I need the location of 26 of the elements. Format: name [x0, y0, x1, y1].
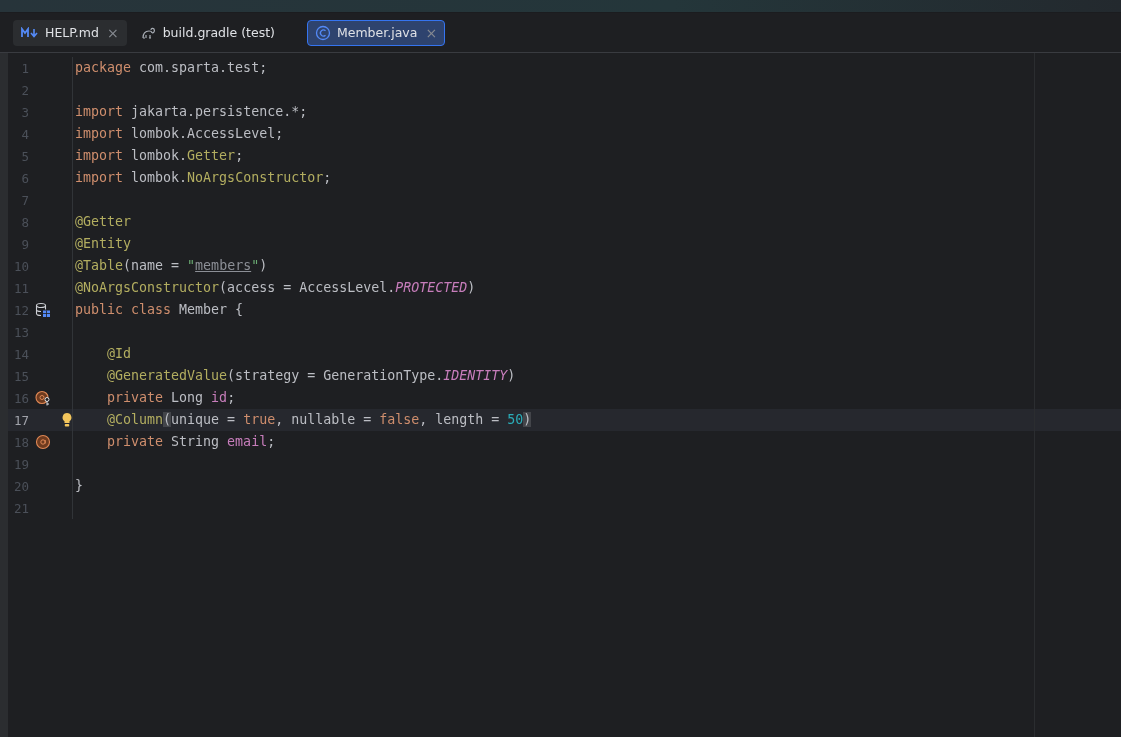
code-line: @Column(unique = true, nullable = false, length = 50) [72, 409, 532, 431]
code-line: import lombok.AccessLevel; [72, 123, 284, 145]
close-button[interactable]: × [106, 24, 119, 41]
code-line: import lombok.Getter; [72, 145, 244, 167]
code-line: } [72, 475, 83, 497]
field-key-icon [35, 390, 51, 406]
database-icon [35, 302, 51, 318]
code-line: @Id [72, 343, 132, 365]
editor-tab[interactable]: build.gradle (test) [132, 19, 283, 46]
editor-tab[interactable]: HELP.md × [13, 19, 127, 46]
elephant-icon [140, 25, 157, 40]
class-icon [314, 24, 331, 41]
editor-tab[interactable]: Member.java × [306, 19, 446, 46]
code-line: private String email; [72, 431, 276, 453]
code-line: public class Member { [72, 299, 244, 321]
field-icon [35, 434, 51, 450]
code-line: @NoArgsConstructor(access = AccessLevel.PROTECTED) [72, 277, 476, 299]
line-number: 17 [12, 412, 29, 428]
code-line: @GeneratedValue(strategy = GenerationType.IDENTITY) [72, 365, 516, 387]
code-line: import jakarta.persistence.*; [72, 101, 308, 123]
code-line: package com.sparta.test; [72, 57, 268, 79]
code-line: @Table(name = "members") [72, 255, 268, 277]
code-line: @Entity [72, 233, 132, 255]
markdown-icon [21, 26, 39, 39]
code-line: @Getter [72, 211, 132, 233]
code-line: import lombok.NoArgsConstructor; [72, 167, 332, 189]
